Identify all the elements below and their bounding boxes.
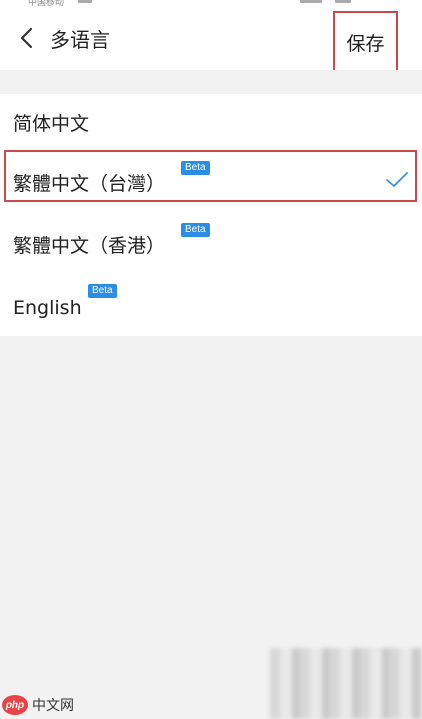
language-label: English [13,297,82,319]
page-title: 多语言 [50,28,110,52]
beta-badge: Beta [88,284,117,298]
beta-badge: Beta [181,161,210,175]
php-logo-icon: php [2,695,28,715]
language-option-english[interactable]: English Beta [0,276,422,334]
section-gap [0,70,422,94]
language-list: 简体中文 繁體中文（台灣） Beta 繁體中文（香港） Beta English… [0,94,422,336]
status-icon [78,0,92,3]
checkmark-icon [386,172,408,187]
chevron-left-icon [20,27,33,49]
language-option-zh-hk[interactable]: 繁體中文（香港） Beta [0,214,422,272]
language-label: 繁體中文（香港） [13,235,166,257]
watermark: php 中文网 [0,692,74,718]
back-button[interactable] [10,20,42,56]
status-bar: 中国移动 [0,0,422,8]
language-option-zh-hans[interactable]: 简体中文 [0,94,422,152]
status-icon [335,0,351,3]
watermark-text: 中文网 [32,698,74,714]
status-icon [300,0,322,3]
language-label: 简体中文 [13,113,90,135]
beta-badge: Beta [181,223,210,237]
save-button[interactable]: 保存 [333,11,398,73]
carrier-label: 中国移动 [28,0,65,8]
language-option-zh-tw[interactable]: 繁體中文（台灣） Beta [0,152,422,210]
blurred-area [270,648,422,719]
nav-bar: 多语言 保存 [0,8,422,73]
language-label: 繁體中文（台灣） [13,173,166,195]
